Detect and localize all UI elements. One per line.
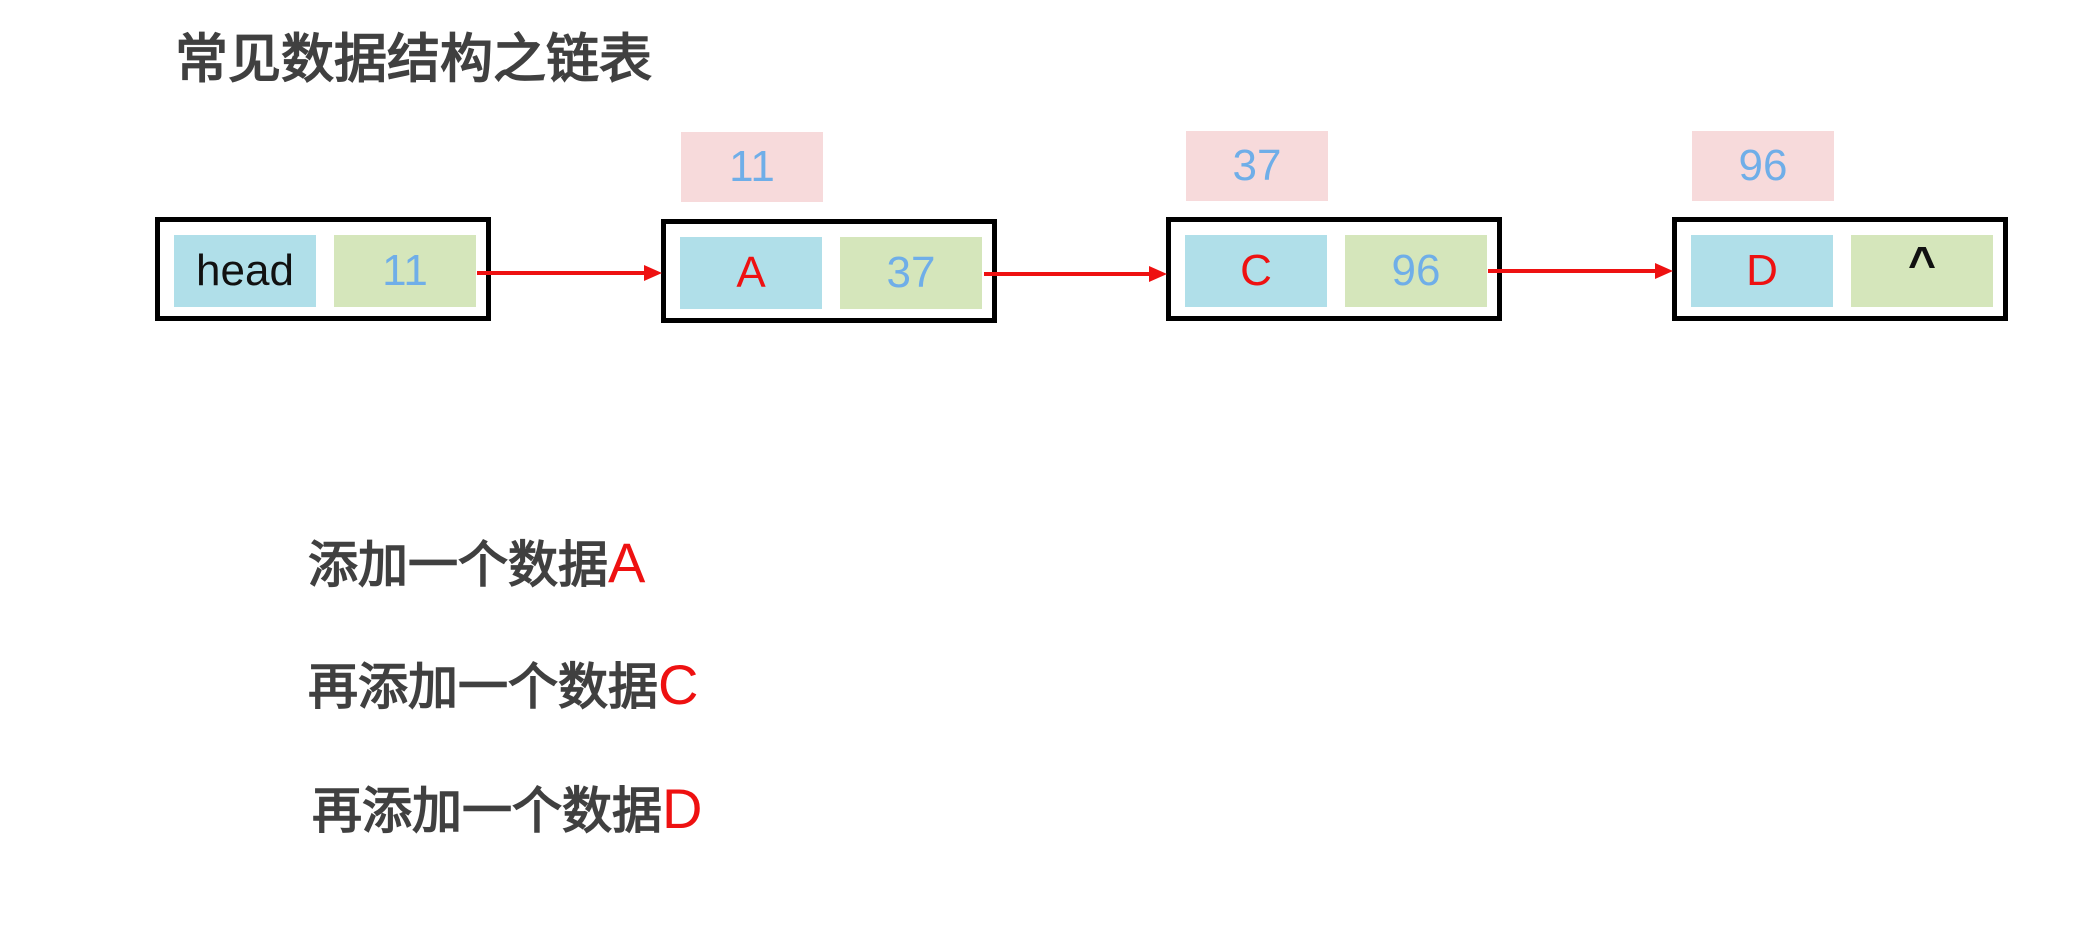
step-add-d-letter: D [662, 777, 703, 840]
step-add-a: 添加一个数据A [308, 530, 645, 598]
arrow-c-to-d [1488, 263, 1673, 279]
step-add-d-text: 再添加一个数据 [312, 782, 662, 840]
arrow-head-to-a [477, 265, 662, 281]
step-add-c-text: 再添加一个数据 [308, 658, 658, 716]
step-add-c: 再添加一个数据C [308, 652, 698, 720]
step-add-d: 再添加一个数据D [312, 776, 702, 844]
arrow-a-to-c [984, 266, 1167, 282]
step-add-c-letter: C [658, 653, 699, 716]
step-add-a-text: 添加一个数据 [308, 536, 608, 594]
step-add-a-letter: A [608, 531, 646, 594]
